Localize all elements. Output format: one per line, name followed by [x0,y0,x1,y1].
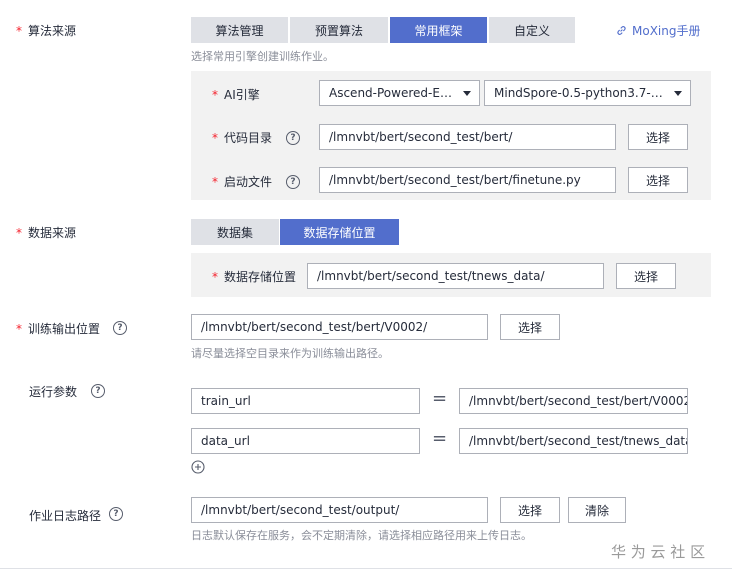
train-output-label: * 训练输出位置 [16,320,100,337]
param-value-input[interactable]: /lmnvbt/bert/second_test/bert/V0002/ [459,388,688,414]
algorithm-source-text: 算法来源 [28,24,77,38]
help-icon[interactable]: ? [286,175,300,189]
required-mark: * [212,130,218,145]
data-storage-label: * 数据存储位置 [212,268,296,285]
required-mark: * [16,23,22,38]
algorithm-source-tabs: 算法管理 预置算法 常用框架 自定义 [191,17,576,43]
engine-version-value: MindSpore-0.5-python3.7-aarch... [494,86,691,100]
code-dir-text: 代码目录 [224,131,273,145]
data-source-label: * 数据来源 [16,224,76,241]
watermark: 华 为 云 社 区 [611,543,706,561]
chevron-down-icon [463,91,471,96]
data-source-tabs: 数据集 数据存储位置 [191,219,401,245]
moxing-manual-text: MoXing手册 [632,24,701,38]
tab-data-storage[interactable]: 数据存储位置 [280,219,400,245]
job-log-hint: 日志默认保存在服务，会不定期清除，请选择相应路径用来上传日志。 [191,529,532,542]
train-output-input[interactable]: /lmnvbt/bert/second_test/bert/V0002/ [191,314,488,340]
param-value-input[interactable]: /lmnvbt/bert/second_test/tnews_data/ [459,428,688,454]
job-log-clear-button[interactable]: 清除 [568,497,626,523]
train-output-text: 训练输出位置 [28,322,101,336]
param-key-input[interactable]: data_url [191,428,420,454]
equals-sign: = [432,428,448,449]
add-param-button[interactable] [191,460,205,474]
train-output-select-button[interactable]: 选择 [500,314,560,340]
tab-dataset[interactable]: 数据集 [191,219,280,245]
boot-file-input[interactable]: /lmnvbt/bert/second_test/bert/finetune.p… [319,167,616,193]
required-mark: * [212,87,218,102]
ai-engine-text: AI引擎 [224,88,260,102]
tab-common-framework[interactable]: 常用框架 [390,17,488,43]
tab-custom[interactable]: 自定义 [489,17,576,43]
run-params-label: 运行参数 [29,385,78,399]
engine-version-select[interactable]: MindSpore-0.5-python3.7-aarch... [484,80,691,106]
param-key-input[interactable]: train_url [191,388,420,414]
boot-file-select-button[interactable]: 选择 [628,167,688,193]
job-log-label: 作业日志路径 [29,509,102,523]
code-dir-input[interactable]: /lmnvbt/bert/second_test/bert/ [319,124,616,150]
moxing-manual-link[interactable]: MoXing手册 [616,22,700,39]
boot-file-label: * 启动文件 [212,173,272,190]
ai-engine-value: Ascend-Powered-Engine [329,86,474,100]
required-mark: * [16,225,22,240]
ai-engine-select[interactable]: Ascend-Powered-Engine [319,80,480,106]
tab-algorithm-management[interactable]: 算法管理 [191,17,289,43]
data-storage-input[interactable]: /lmnvbt/bert/second_test/tnews_data/ [307,263,604,289]
bottom-divider [0,568,732,569]
required-mark: * [16,321,22,336]
help-icon[interactable]: ? [286,131,300,145]
code-dir-select-button[interactable]: 选择 [628,124,688,150]
tab-preset-algorithm[interactable]: 预置算法 [290,17,389,43]
boot-file-text: 启动文件 [224,175,273,189]
job-log-input[interactable]: /lmnvbt/bert/second_test/output/ [191,497,488,523]
help-icon[interactable]: ? [109,507,123,521]
plus-circle-icon [191,460,205,474]
link-icon [617,26,626,35]
equals-sign: = [432,388,448,409]
ai-engine-label: * AI引擎 [212,86,260,103]
required-mark: * [212,269,218,284]
code-dir-label: * 代码目录 [212,129,272,146]
data-storage-select-button[interactable]: 选择 [616,263,676,289]
algorithm-source-hint: 选择常用引擎创建训练作业。 [191,50,334,63]
help-icon[interactable]: ? [91,384,105,398]
data-source-text: 数据来源 [28,226,77,240]
chevron-down-icon [674,91,682,96]
algorithm-source-label: * 算法来源 [16,22,76,39]
train-output-hint: 请尽量选择空目录来作为训练输出路径。 [191,347,389,360]
job-log-select-button[interactable]: 选择 [500,497,560,523]
data-storage-text: 数据存储位置 [224,270,297,284]
help-icon[interactable]: ? [113,321,127,335]
required-mark: * [212,174,218,189]
